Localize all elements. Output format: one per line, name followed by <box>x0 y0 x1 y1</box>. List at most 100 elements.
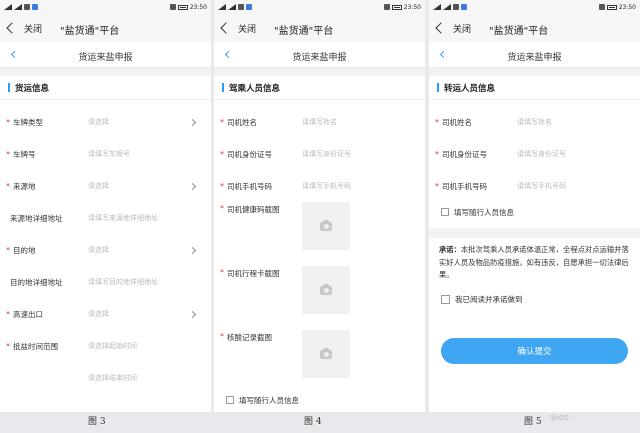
form-row-driver-phone[interactable]: * 司机手机号码 请填写手机号码 <box>214 170 425 202</box>
field-label: 司机身份证号 <box>442 149 487 159</box>
close-button[interactable]: 关闭 <box>453 22 471 35</box>
pledge-body: 本批次驾乘人员承诺体温正常，全程点对点运输并落实好人员及物品防疫措施，如有违反，… <box>439 245 629 279</box>
image-upload-box[interactable] <box>302 330 350 378</box>
upload-row-itinerary-card: * 司机行程卡截图 <box>214 266 425 330</box>
camera-icon <box>320 219 332 231</box>
app-notification-icon <box>461 4 467 10</box>
section-title: 转运人员信息 <box>444 83 496 94</box>
driver-id-input[interactable]: 请填写身份证号 <box>302 149 351 159</box>
camera-icon <box>320 283 332 295</box>
required-mark: * <box>220 149 224 159</box>
form-row-arrival-time-end[interactable]: 请选择结束时间 <box>0 362 211 394</box>
status-time: 23:50 <box>618 3 636 11</box>
back-arrow-icon[interactable] <box>435 22 447 34</box>
required-mark: * <box>435 181 439 191</box>
form-row-origin-address[interactable]: 来源地详细地址 请填写来源地详细地址 <box>0 202 211 234</box>
field-label: 抵盐时间范围 <box>13 341 58 351</box>
nfc-icon <box>238 4 244 10</box>
driver-name-input[interactable]: 请填写姓名 <box>517 117 552 127</box>
close-button[interactable]: 关闭 <box>24 22 42 35</box>
form-row-destination-address[interactable]: 目的地详细地址 请填写目的地详细地址 <box>0 266 211 298</box>
submit-button[interactable]: 确认提交 <box>441 338 628 364</box>
alarm-icon <box>598 4 605 10</box>
required-mark: * <box>220 332 224 341</box>
image-upload-box[interactable] <box>302 266 350 314</box>
chevron-right-icon <box>188 182 197 190</box>
section-header: 驾乘人员信息 <box>214 76 425 100</box>
page-header: 货运来盐申报 <box>214 42 425 68</box>
status-time: 23:50 <box>403 3 421 11</box>
image-upload-box[interactable] <box>302 202 350 250</box>
required-mark: * <box>220 268 224 277</box>
section-header: 货运信息 <box>0 76 211 100</box>
back-arrow-icon[interactable] <box>6 22 18 34</box>
screenshot-composite: 23:50 关闭 "盐货通"平台 货运来盐申报 货运信息 * 车牌类型 请选择 … <box>0 0 640 433</box>
chevron-right-icon <box>188 246 197 254</box>
nfc-icon <box>24 4 30 10</box>
status-bar: 23:50 <box>214 0 425 14</box>
form-row-destination[interactable]: * 目的地 请选择 <box>0 234 211 266</box>
status-time: 23:50 <box>189 3 207 11</box>
section-header: 转运人员信息 <box>429 76 640 100</box>
required-mark: * <box>220 181 224 191</box>
back-arrow-icon[interactable] <box>220 22 232 34</box>
start-time-placeholder[interactable]: 请选择起始时间 <box>88 341 137 351</box>
form-row-plate-type[interactable]: * 车牌类型 请选择 <box>0 106 211 138</box>
required-mark: * <box>6 181 10 191</box>
app-title: "盐货通"平台 <box>60 26 120 37</box>
section-title: 驾乘人员信息 <box>229 83 281 94</box>
chevron-right-icon <box>188 310 197 318</box>
page-title: 货运来盐申报 <box>78 53 133 63</box>
field-label: 目的地详细地址 <box>10 277 63 287</box>
form-row-driver-name[interactable]: * 司机姓名 请填写姓名 <box>214 106 425 138</box>
driver-phone-input[interactable]: 请填写手机号码 <box>517 181 566 191</box>
companion-checkbox[interactable] <box>441 208 449 216</box>
app-notification-icon <box>246 4 252 10</box>
companion-checkbox[interactable] <box>226 396 234 404</box>
driver-phone-input[interactable]: 请填写手机号码 <box>302 181 351 191</box>
title-bar: 关闭 "盐货通"平台 <box>214 14 425 42</box>
alarm-icon <box>169 4 176 10</box>
close-button[interactable]: 关闭 <box>238 22 256 35</box>
required-mark: * <box>6 149 10 159</box>
form-row-plate-number[interactable]: * 车牌号 请填写车牌号 <box>0 138 211 170</box>
agree-label: 我已阅读并承诺做到 <box>455 295 523 304</box>
field-label: 车牌类型 <box>13 117 43 127</box>
field-placeholder: 请选择 <box>88 182 109 190</box>
battery-icon <box>391 4 402 10</box>
form-row-highway-exit[interactable]: * 高速出口 请选择 <box>0 298 211 330</box>
field-placeholder: 请选择 <box>88 118 109 126</box>
end-time-placeholder[interactable]: 请选择结束时间 <box>88 373 137 383</box>
companion-label: 填写随行人员信息 <box>454 207 514 217</box>
field-placeholder: 请填写目的地详细地址 <box>88 278 158 286</box>
form-row-driver-id[interactable]: * 司机身份证号 请填写身份证号 <box>214 138 425 170</box>
form-row-arrival-time[interactable]: * 抵盐时间范围 请选择起始时间 <box>0 330 211 362</box>
field-placeholder: 请填写来源地详细地址 <box>88 214 158 222</box>
upload-row-health-code: * 司机健康码截图 <box>214 202 425 266</box>
agree-checkbox-row[interactable]: 我已阅读并承诺做到 <box>429 292 640 308</box>
section-accent <box>222 83 224 92</box>
section-title: 货运信息 <box>15 83 50 94</box>
field-label: 司机手机号码 <box>442 181 487 191</box>
driver-id-input[interactable]: 请填写身份证号 <box>517 149 566 159</box>
companion-label: 填写随行人员信息 <box>239 395 299 405</box>
form-row-driver-id[interactable]: * 司机身份证号 请填写身份证号 <box>429 138 640 170</box>
signal-icon <box>228 4 236 10</box>
driver-name-input[interactable]: 请填写姓名 <box>302 117 337 127</box>
form-row-driver-name[interactable]: * 司机姓名 请填写姓名 <box>429 106 640 138</box>
section-accent <box>8 83 10 92</box>
form-row-origin[interactable]: * 来源地 请选择 <box>0 170 211 202</box>
title-bar: 关闭 "盐货通"平台 <box>429 14 640 42</box>
signal-icon <box>443 4 451 10</box>
status-bar: 23:50 <box>429 0 640 14</box>
signal-icon <box>14 4 22 10</box>
field-label: 司机姓名 <box>442 117 472 127</box>
required-mark: * <box>435 117 439 127</box>
form-row-driver-phone[interactable]: * 司机手机号码 请填写手机号码 <box>429 170 640 202</box>
upload-row-nucleic-test: * 核酸记录截图 <box>214 330 425 394</box>
phone-screen-transfer-info: 23:50 关闭 "盐货通"平台 货运来盐申报 转运人员信息 * 司机姓名 请填… <box>429 0 640 412</box>
agree-checkbox[interactable] <box>441 295 450 304</box>
status-bar: 23:50 <box>0 0 211 14</box>
companion-checkbox-row[interactable]: 填写随行人员信息 <box>429 202 640 222</box>
section-accent <box>437 83 439 92</box>
